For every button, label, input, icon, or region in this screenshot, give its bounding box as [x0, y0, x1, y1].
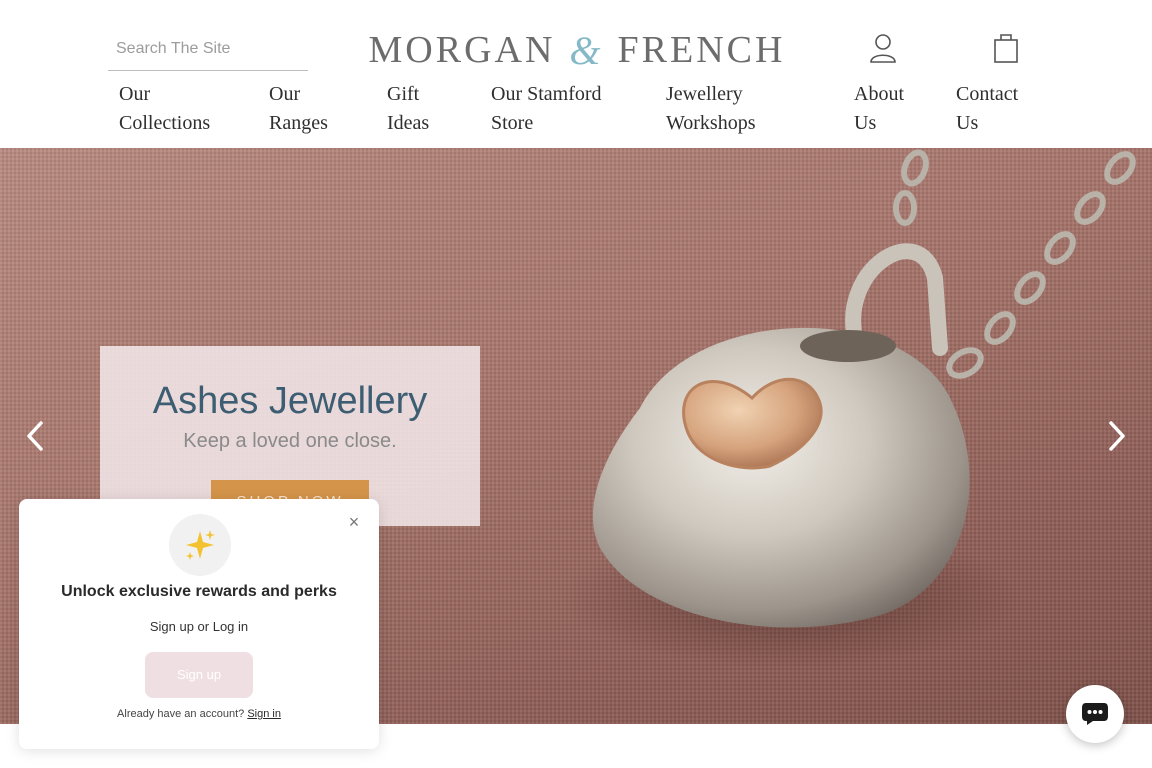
nav-item-line2: Us — [956, 112, 979, 134]
popup-footer-text: Already have an account? — [117, 708, 245, 720]
rewards-popup: × Unlock exclusive rewards and perks Sig… — [19, 499, 379, 749]
nav-item-about-us[interactable]: About Us — [854, 80, 904, 138]
nav-item-line1: Jewellery — [666, 83, 743, 105]
nav-item-line1: About — [854, 83, 904, 105]
main-nav: Our Collections Our Ranges Gift Ideas Ou… — [0, 80, 1152, 140]
rewards-badge — [169, 514, 231, 576]
shopping-bag-icon — [994, 34, 1018, 63]
brand-name-left: MORGAN — [368, 29, 556, 71]
nav-item-line1: Contact — [956, 83, 1019, 105]
chat-button[interactable] — [1066, 685, 1124, 743]
nav-item-line2: Ranges — [269, 112, 328, 134]
nav-item-our-stamford-store[interactable]: Our Stamford Store — [491, 80, 602, 138]
nav-item-line1: Our — [119, 83, 151, 105]
brand-logo[interactable]: MORGAN & FRENCH — [364, 27, 790, 73]
hero-title: Ashes Jewellery — [152, 380, 428, 422]
chevron-right-icon — [1109, 421, 1125, 451]
nav-item-contact-us[interactable]: Contact Us — [956, 80, 1018, 138]
hero-subtitle: Keep a loved one close. — [183, 430, 397, 452]
chat-icon — [1082, 703, 1108, 725]
nav-item-our-collections[interactable]: Our Collections — [119, 80, 210, 138]
user-icon — [870, 34, 896, 63]
nav-item-line2: Store — [491, 112, 534, 134]
popup-footer: Already have an account? Sign in — [19, 708, 379, 720]
brand-name-right: FRENCH — [617, 29, 786, 71]
search-input[interactable] — [108, 30, 308, 68]
popup-subtitle: Sign up or Log in — [149, 619, 249, 634]
sparkles-icon — [186, 530, 215, 560]
popup-title: Unlock exclusive rewards and perks — [61, 583, 337, 600]
nav-item-line1: Our Stamford — [491, 83, 602, 105]
signup-button[interactable]: Sign up — [145, 652, 253, 698]
slider-next-button[interactable] — [1102, 416, 1132, 456]
nav-item-line2: Ideas — [387, 112, 430, 134]
nav-item-line2: Workshops — [666, 112, 756, 134]
account-button[interactable] — [867, 30, 899, 66]
search-box — [108, 30, 308, 71]
nav-item-line1: Gift — [387, 83, 420, 105]
nav-item-line1: Our — [269, 83, 301, 105]
brand-ampersand: & — [569, 27, 604, 73]
nav-item-gift-ideas[interactable]: Gift Ideas — [387, 80, 429, 138]
site-header: MORGAN & FRENCH Our Collections Our Rang… — [0, 0, 1152, 148]
close-icon[interactable]: × — [345, 513, 363, 531]
chevron-left-icon — [27, 421, 43, 451]
nav-item-jewellery-workshops[interactable]: Jewellery Workshops — [666, 80, 756, 138]
cart-button[interactable] — [990, 30, 1022, 66]
sign-in-link[interactable]: Sign in — [247, 708, 281, 720]
slider-prev-button[interactable] — [20, 416, 50, 456]
nav-item-line2: Collections — [119, 112, 211, 134]
nav-item-line2: Us — [854, 112, 877, 134]
nav-item-our-ranges[interactable]: Our Ranges — [269, 80, 328, 138]
